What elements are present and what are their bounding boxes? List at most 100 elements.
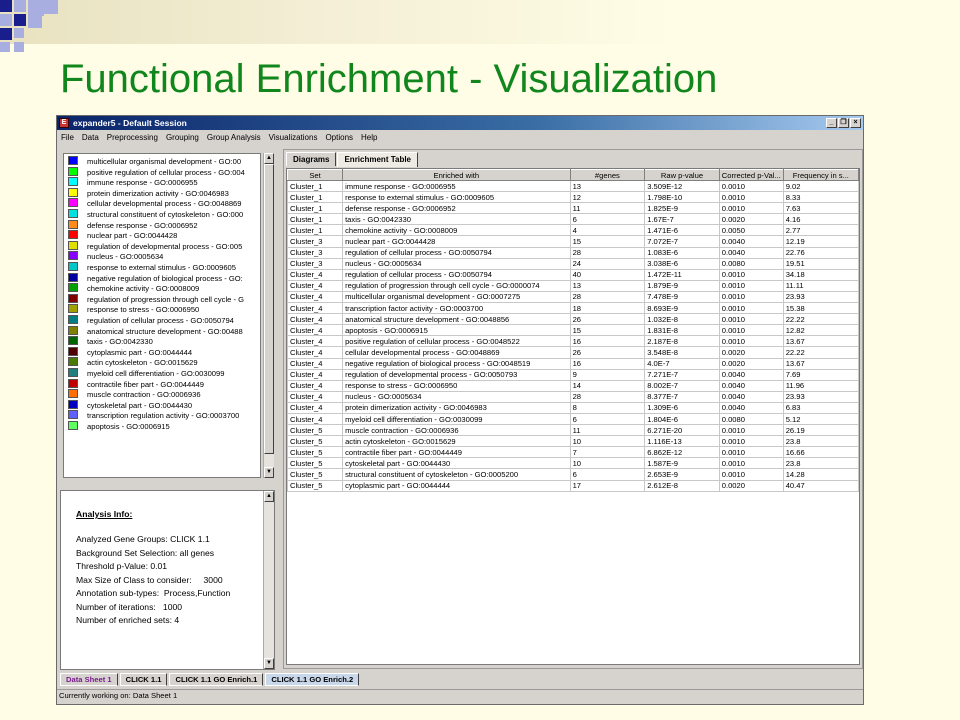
- maximize-button[interactable]: ❐: [838, 118, 849, 128]
- table-row[interactable]: Cluster_1 immune response - GO:0006955 13 3…: [287, 179, 859, 193]
- table-row[interactable]: Cluster_5 contractile fiber part - GO:004…: [287, 446, 859, 459]
- legend-item[interactable]: cytoskeletal part - GO:0044430: [68, 399, 260, 410]
- scroll-down-icon[interactable]: ▼: [264, 467, 274, 478]
- legend-item[interactable]: protein dimerization activity - GO:00469…: [68, 187, 260, 198]
- table-row[interactable]: Cluster_5 cytoplasmic part - GO:0044444 17…: [287, 479, 859, 492]
- table-row[interactable]: Cluster_3 nucleus - GO:0005634 24 3.038E-6 0…: [287, 257, 859, 270]
- legend-item[interactable]: structural constituent of cytoskeleton -…: [68, 209, 260, 219]
- table-row[interactable]: Cluster_4 regulation of cellular process …: [287, 268, 859, 281]
- legend-item[interactable]: positive regulation of cellular process …: [68, 166, 260, 177]
- table-cell: 1.032E-8: [644, 313, 720, 326]
- legend-item[interactable]: chemokine activity - GO:0008009: [68, 283, 260, 293]
- legend-item[interactable]: nuclear part - GO:0044428: [68, 230, 260, 240]
- table-row[interactable]: Cluster_5 cytoskeletal part - GO:0044430 1…: [287, 457, 859, 470]
- scroll-thumb[interactable]: [264, 164, 274, 454]
- legend-swatch: [68, 399, 78, 409]
- table-cell: 0.0010: [718, 279, 784, 292]
- table-row[interactable]: Cluster_5 structural constituent of cytos…: [287, 468, 859, 481]
- legend-item[interactable]: taxis - GO:0042330: [68, 336, 260, 346]
- table-row[interactable]: Cluster_1 response to external stimulus -…: [287, 191, 859, 204]
- table-row[interactable]: Cluster_4 apoptosis - GO:0006915 15 1.831E-…: [287, 324, 859, 337]
- column-header[interactable]: #genes: [569, 169, 646, 181]
- column-header[interactable]: Corrected p-Val...: [718, 169, 784, 181]
- scroll-up-icon[interactable]: ▲: [264, 153, 274, 164]
- table-row[interactable]: Cluster_4 positive regulation of cellular…: [287, 335, 859, 348]
- legend-item[interactable]: apoptosis - GO:0006915: [68, 421, 260, 431]
- table-row[interactable]: Cluster_5 actin cytoskeleton - GO:0015629…: [287, 435, 859, 448]
- legend-item[interactable]: multicellular organismal development - G…: [68, 156, 260, 166]
- sheet-tab[interactable]: CLICK 1.1: [119, 673, 168, 686]
- table-row[interactable]: Cluster_4 response to stress - GO:0006950…: [287, 379, 859, 392]
- table-cell: 6: [569, 213, 646, 226]
- scroll-up-icon[interactable]: ▲: [264, 491, 274, 502]
- table-row[interactable]: Cluster_4 negative regulation of biologic…: [287, 357, 859, 370]
- legend-item[interactable]: contractile fiber part - GO:0044449: [68, 378, 260, 389]
- table-row[interactable]: Cluster_4 protein dimerization activity -…: [287, 401, 859, 414]
- table-row[interactable]: Cluster_5 muscle contraction - GO:0006936…: [287, 424, 859, 437]
- column-header[interactable]: Enriched with: [342, 169, 571, 181]
- legend-item[interactable]: nucleus - GO:0005634: [68, 251, 260, 261]
- legend-item[interactable]: myeloid cell differentiation - GO:003009…: [68, 368, 260, 378]
- table-cell: 8: [569, 401, 646, 414]
- menu-item-file[interactable]: File: [61, 130, 74, 145]
- legend-item[interactable]: regulation of developmental process - GO…: [68, 240, 260, 251]
- legend-item[interactable]: actin cytoskeleton - GO:0015629: [68, 357, 260, 367]
- menu-item-options[interactable]: Options: [325, 130, 353, 145]
- table-cell: positive regulation of cellular process …: [342, 335, 571, 348]
- minimize-button[interactable]: _: [826, 118, 837, 128]
- legend-item[interactable]: response to external stimulus - GO:00096…: [68, 262, 260, 272]
- scroll-down-icon[interactable]: ▼: [264, 658, 274, 669]
- table-row[interactable]: Cluster_4 nucleus - GO:0005634 28 8.377E-7 0…: [287, 390, 859, 403]
- menu-item-data[interactable]: Data: [82, 130, 99, 145]
- menu-item-preprocessing[interactable]: Preprocessing: [107, 130, 158, 145]
- table-cell: 7.63: [782, 202, 859, 215]
- table-row[interactable]: Cluster_4 transcription factor activity -…: [287, 302, 859, 315]
- legend-item[interactable]: regulation of cellular process - GO:0050…: [68, 315, 260, 325]
- table-row[interactable]: Cluster_4 anatomical structure developmen…: [287, 313, 859, 326]
- legend-item[interactable]: cytoplasmic part - GO:0044444: [68, 346, 260, 357]
- sheet-tab[interactable]: CLICK 1.1 GO Enrich.2: [265, 673, 360, 686]
- table-row[interactable]: Cluster_4 cellular developmental process …: [287, 346, 859, 359]
- column-header[interactable]: Raw p-value: [644, 169, 720, 181]
- table-row[interactable]: Cluster_4 multicellular organismal develo…: [287, 290, 859, 304]
- table-cell: regulation of cellular process - GO:0050…: [342, 246, 571, 259]
- table-row[interactable]: Cluster_1 defense response - GO:0006952 11…: [287, 202, 859, 215]
- close-button[interactable]: ×: [850, 118, 861, 128]
- table-row[interactable]: Cluster_1 taxis - GO:0042330 6 1.67E-7 0.002…: [287, 213, 859, 226]
- legend-scrollbar[interactable]: ▲ ▼: [263, 153, 274, 478]
- table-row[interactable]: Cluster_4 regulation of progression throu…: [287, 279, 859, 292]
- legend-item[interactable]: immune response - GO:0006955: [68, 177, 260, 187]
- sheet-tab[interactable]: Data Sheet 1: [60, 673, 118, 686]
- window-titlebar[interactable]: E expander5 - Default Session _ ❐ ×: [57, 116, 863, 130]
- legend-item[interactable]: regulation of progression through cell c…: [68, 293, 260, 304]
- table-cell: Cluster_4: [287, 390, 344, 403]
- legend-item[interactable]: response to stress - GO:0006950: [68, 304, 260, 315]
- table-cell: 0.0020: [718, 479, 784, 492]
- table-row[interactable]: Cluster_4 regulation of developmental pro…: [287, 368, 859, 381]
- table-row[interactable]: Cluster_4 myeloid cell differentiation - …: [287, 412, 859, 426]
- table-cell: 16: [569, 357, 646, 370]
- legend-item[interactable]: negative regulation of biological proces…: [68, 272, 260, 283]
- sheet-tab[interactable]: CLICK 1.1 GO Enrich.1: [169, 673, 264, 686]
- legend-item[interactable]: muscle contraction - GO:0006936: [68, 389, 260, 399]
- menu-item-help[interactable]: Help: [361, 130, 377, 145]
- legend-item[interactable]: transcription regulation activity - GO:0…: [68, 410, 260, 420]
- column-header[interactable]: Frequency in s...: [782, 169, 859, 181]
- legend-item[interactable]: defense response - GO:0006952: [68, 219, 260, 230]
- tab-enrichment-table[interactable]: Enrichment Table: [337, 152, 418, 167]
- table-row[interactable]: Cluster_1 chemokine activity - GO:0008009…: [287, 224, 859, 237]
- legend-item[interactable]: anatomical structure development - GO:00…: [68, 325, 260, 336]
- menu-item-grouping[interactable]: Grouping: [166, 130, 199, 145]
- menu-item-group-analysis[interactable]: Group Analysis: [207, 130, 261, 145]
- legend-item[interactable]: cellular developmental process - GO:0048…: [68, 198, 260, 208]
- tab-diagrams[interactable]: Diagrams: [286, 152, 337, 166]
- table-row[interactable]: Cluster_3 regulation of cellular process …: [287, 246, 859, 259]
- table-row[interactable]: Cluster_3 nuclear part - GO:0044428 15 7.07…: [287, 235, 859, 248]
- legend-swatch: [68, 272, 78, 282]
- table-cell: 12.82: [782, 324, 859, 337]
- table-cell: response to external stimulus - GO:00096…: [342, 191, 571, 204]
- column-header[interactable]: Set: [287, 169, 344, 181]
- info-scrollbar[interactable]: ▲ ▼: [263, 491, 274, 669]
- legend-label: response to stress - GO:0006950: [87, 305, 200, 315]
- menu-item-visualizations[interactable]: Visualizations: [269, 130, 318, 145]
